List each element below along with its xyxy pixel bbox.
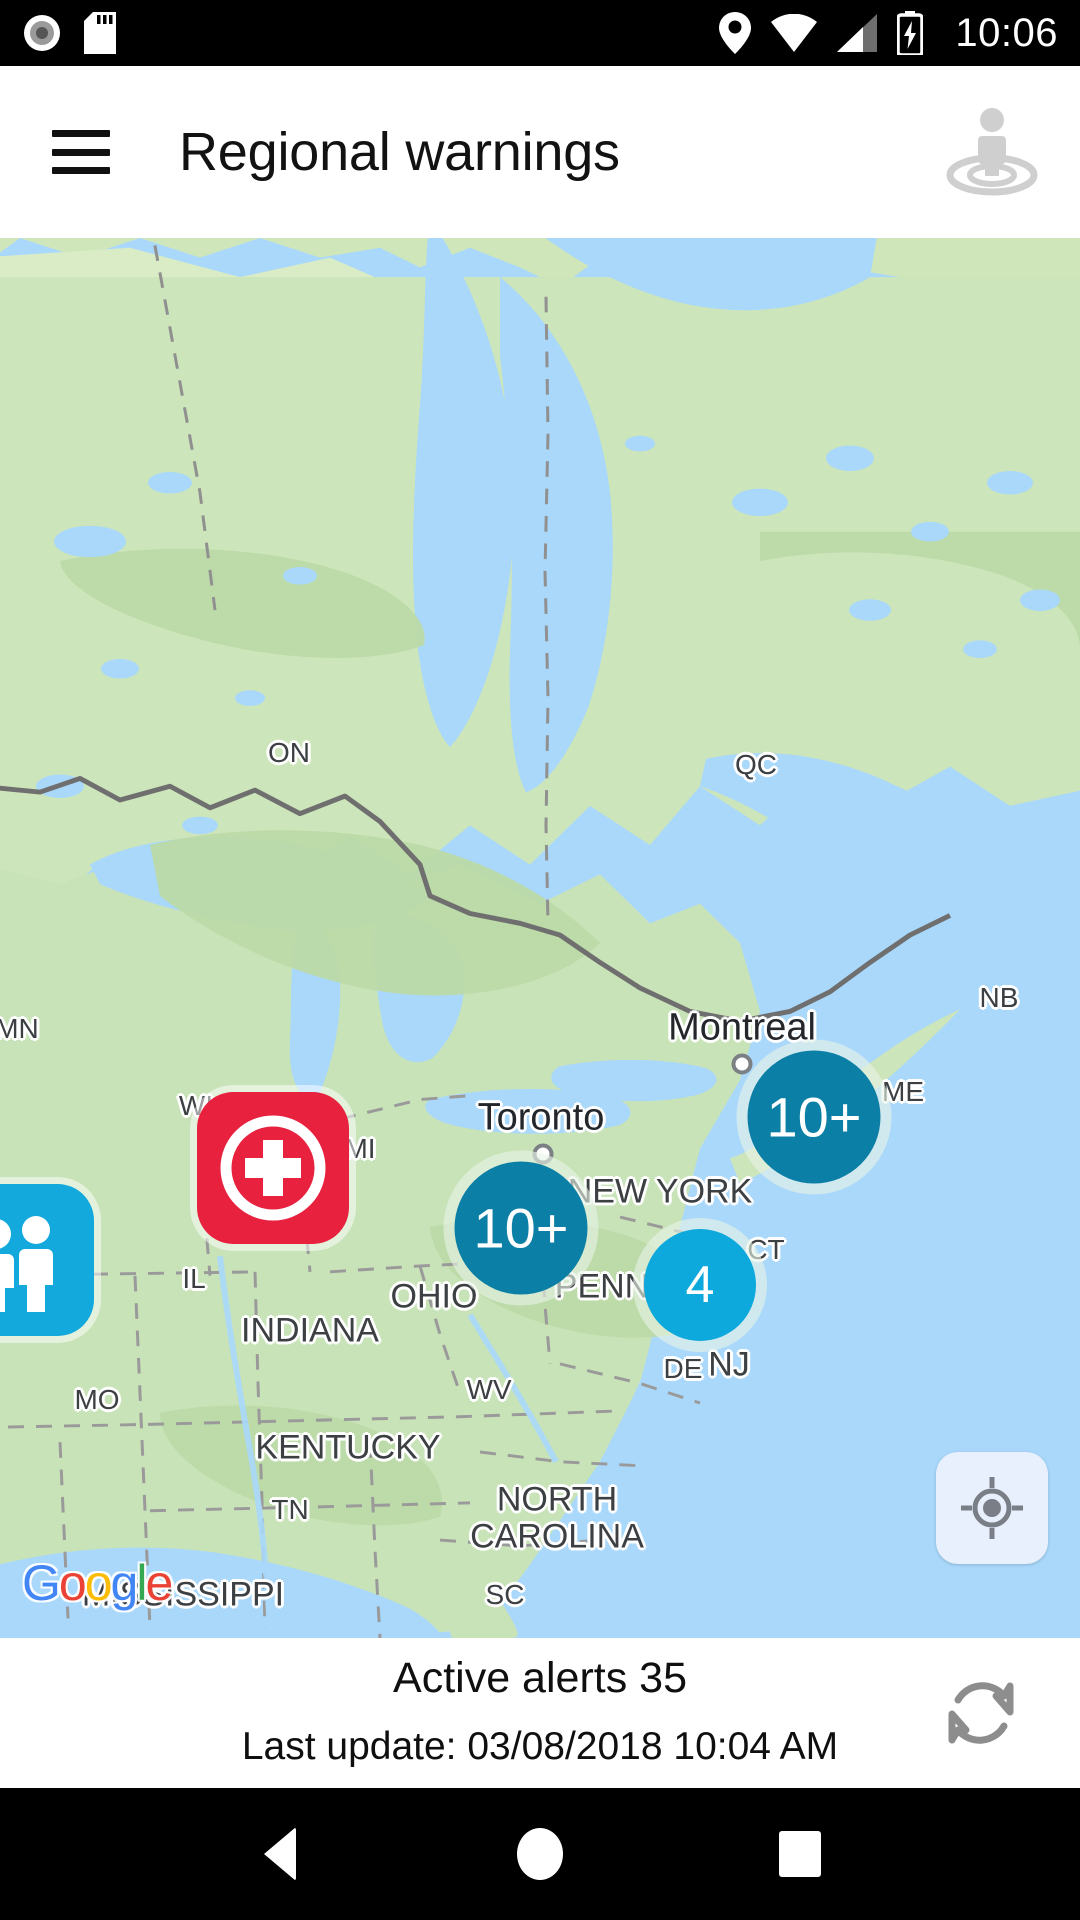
alerts-summary-bar: Active alerts 35 Last update: 03/08/2018… [0,1638,1080,1788]
shelter-people-marker[interactable] [0,1184,94,1336]
map-view[interactable]: ON QC NB ME MN WI MI IL MO INDIANA OHIO … [0,238,1080,1638]
home-navigation-icon[interactable] [497,1811,583,1897]
sd-card-icon [84,12,116,54]
back-navigation-icon[interactable] [237,1811,323,1897]
medical-cross-icon [220,1115,326,1221]
app-bar: Regional warnings [0,66,1080,238]
location-pin-icon [719,12,752,54]
my-location-button[interactable] [936,1452,1048,1564]
cluster-marker[interactable]: 4 [644,1229,756,1341]
battery-charging-icon [897,11,924,55]
app-root: 10:06 Regional warnings ON QC NB ME MN W… [0,0,1080,1920]
hamburger-menu-icon[interactable] [52,130,110,174]
refresh-button[interactable] [938,1670,1024,1756]
people-icon [0,1216,53,1312]
status-bar-left-icons [22,12,116,54]
active-alerts-label: Active alerts 35 [393,1653,687,1702]
map-canvas [0,238,1080,1638]
page-title: Regional warnings [179,122,620,182]
record-dot-icon [24,15,60,51]
recents-navigation-icon[interactable] [757,1811,843,1897]
my-location-crosshair-icon [961,1477,1023,1539]
status-bar-clock: 10:06 [955,10,1058,55]
cellular-signal-icon [837,14,878,52]
status-bar: 10:06 [0,0,1080,66]
cluster-marker[interactable]: 10+ [454,1161,588,1295]
status-bar-right-icons: 10:06 [719,11,1058,56]
wifi-icon [771,14,818,52]
emergency-cross-marker[interactable] [197,1092,349,1244]
cluster-marker[interactable]: 10+ [747,1050,881,1184]
street-view-pegman-icon[interactable] [940,100,1044,204]
last-update-label: Last update: 03/08/2018 10:04 AM [241,1724,839,1768]
android-navigation-bar [0,1788,1080,1920]
refresh-icon [948,1682,1014,1744]
